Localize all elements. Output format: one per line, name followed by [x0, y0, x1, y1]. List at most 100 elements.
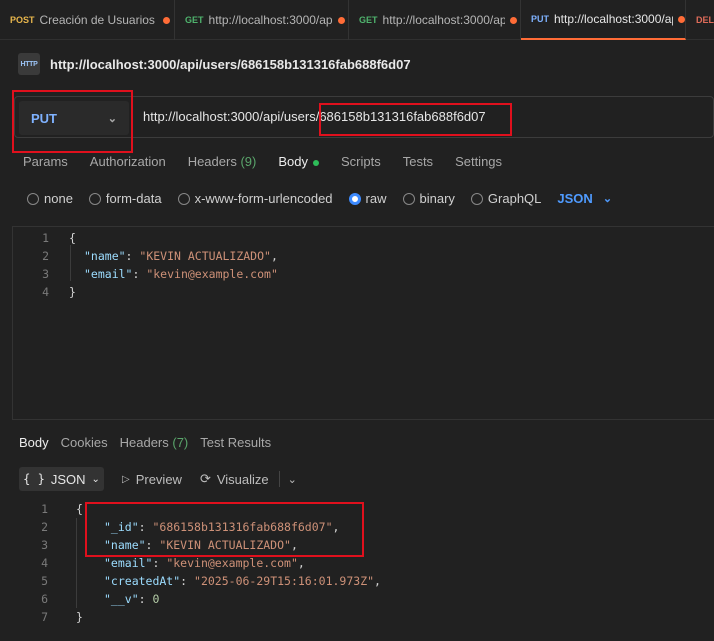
json-string: "2025-06-29T15:16:01.973Z"	[194, 574, 375, 588]
tab-title: http://localhost:3000/ap	[208, 13, 333, 27]
tab-params[interactable]: Params	[23, 154, 68, 169]
json-string: "kevin@example.com"	[146, 267, 278, 281]
json-key: "email"	[104, 556, 153, 570]
language-select[interactable]: JSON ⌄	[557, 191, 612, 206]
json-string: "686158b131316fab688f6d07"	[152, 520, 333, 534]
tab-method: GET	[185, 15, 204, 25]
response-tab-headers[interactable]: Headers (7)	[120, 435, 189, 450]
tab-delete[interactable]: DEL	[686, 0, 714, 40]
format-value: JSON	[50, 471, 86, 487]
visualize-button[interactable]: ⟳ Visualize	[200, 471, 269, 487]
tab-tests[interactable]: Tests	[403, 154, 433, 169]
json-string: "KEVIN ACTUALIZADO"	[159, 538, 291, 552]
radio-form-data[interactable]: form-data	[88, 191, 162, 206]
line-number: 5	[41, 574, 48, 588]
tab-scripts[interactable]: Scripts	[341, 154, 381, 169]
body-type-selector: none form-data x-www-form-urlencoded raw…	[27, 191, 612, 206]
code-line: 3 "name": "KEVIN ACTUALIZADO",	[12, 536, 298, 554]
response-headers-count: (7)	[172, 435, 189, 450]
line-number: 2	[41, 520, 48, 534]
tab-put-localhost[interactable]: PUT http://localhost:3000/ap	[521, 0, 686, 40]
body-active-dot-icon	[312, 159, 319, 166]
radio-label: x-www-form-urlencoded	[194, 191, 333, 206]
line-number: 4	[42, 285, 49, 299]
code-text: {	[76, 502, 83, 516]
tab-title: http://localhost:3000/ap	[382, 13, 505, 27]
play-icon: ▷	[122, 473, 130, 485]
request-body-editor[interactable]: 1 { 2 "name": "KEVIN ACTUALIZADO", 3 "em…	[12, 226, 714, 420]
code-line: 7 }	[12, 608, 83, 626]
response-toolbar: { } JSON ⌄ ▷ Preview ⟳ Visualize ⌄	[19, 467, 297, 491]
response-tab-cookies[interactable]: Cookies	[61, 435, 108, 450]
json-string: "kevin@example.com"	[166, 556, 298, 570]
tab-post-creacion-usuarios[interactable]: POST Creación de Usuarios (	[0, 0, 175, 40]
url-bar: PUT ⌄ http://localhost:3000/api/users/68…	[14, 96, 714, 138]
braces-icon: { }	[23, 472, 45, 486]
code-text: }	[76, 610, 83, 624]
radio-label: raw	[365, 191, 387, 206]
json-number: 0	[152, 592, 160, 606]
response-tabs: Body Cookies Headers (7) Test Results	[19, 435, 283, 450]
json-key: "__v"	[104, 592, 139, 606]
tab-method: PUT	[531, 14, 549, 24]
method-value: PUT	[31, 110, 57, 126]
code-text: }	[69, 285, 76, 299]
radio-circle-icon	[177, 192, 190, 205]
radio-urlencoded[interactable]: x-www-form-urlencoded	[177, 191, 333, 206]
tab-method: GET	[359, 15, 378, 25]
response-body-viewer[interactable]: 1 { 2 "_id": "686158b131316fab688f6d07",…	[12, 500, 714, 641]
request-title-bar: HTTP http://localhost:3000/api/users/686…	[18, 53, 411, 75]
chevron-down-icon[interactable]: ⌄	[288, 473, 297, 486]
radio-graphql[interactable]: GraphQL	[470, 191, 542, 206]
line-number: 7	[41, 610, 48, 624]
tab-title: Creación de Usuarios (	[39, 13, 158, 27]
line-number: 3	[42, 267, 49, 281]
json-key: "createdAt"	[104, 574, 181, 588]
radio-label: GraphQL	[487, 191, 542, 206]
line-number: 6	[41, 592, 48, 606]
code-line: 4 "email": "kevin@example.com",	[12, 554, 305, 572]
tab-body[interactable]: Body	[278, 154, 319, 169]
preview-button[interactable]: ▷ Preview	[122, 472, 182, 487]
json-key: "_id"	[104, 520, 139, 534]
json-string: "KEVIN ACTUALIZADO"	[139, 249, 271, 263]
tab-headers[interactable]: Headers (9)	[188, 154, 257, 169]
preview-label: Preview	[135, 471, 182, 487]
code-line: 4 }	[13, 283, 76, 301]
radio-binary[interactable]: binary	[402, 191, 455, 206]
request-title[interactable]: http://localhost:3000/api/users/686158b1…	[50, 57, 411, 72]
chevron-down-icon: ⌄	[91, 473, 100, 485]
code-line: 2 "_id": "686158b131316fab688f6d07",	[12, 518, 339, 536]
unsaved-dot-icon	[162, 16, 170, 24]
url-input[interactable]: http://localhost:3000/api/users/686158b1…	[143, 109, 486, 124]
method-select[interactable]: PUT ⌄	[19, 101, 129, 135]
tab-headers-label: Headers	[187, 154, 237, 169]
response-tab-headers-label: Headers	[119, 435, 169, 450]
radio-none[interactable]: none	[27, 191, 73, 206]
radio-raw[interactable]: raw	[348, 191, 387, 206]
radio-label: binary	[419, 191, 455, 206]
response-tab-test-results[interactable]: Test Results	[200, 435, 271, 450]
line-number: 1	[41, 502, 48, 516]
radio-circle-icon	[470, 192, 483, 205]
tab-method: DEL	[696, 15, 714, 25]
radio-circle-icon	[402, 192, 415, 205]
unsaved-dot-icon	[337, 16, 345, 24]
tab-authorization[interactable]: Authorization	[90, 154, 166, 169]
code-line: 1 {	[12, 500, 83, 518]
toolbar-divider	[278, 471, 280, 487]
code-text: {	[69, 231, 76, 245]
language-value: JSON	[557, 191, 593, 206]
tab-get-localhost-2[interactable]: GET http://localhost:3000/ap	[349, 0, 521, 40]
response-format-select[interactable]: { } JSON ⌄	[19, 467, 104, 491]
response-tab-body[interactable]: Body	[19, 435, 49, 450]
code-line: 5 "createdAt": "2025-06-29T15:16:01.973Z…	[12, 572, 381, 590]
chevron-down-icon: ⌄	[107, 112, 117, 125]
line-number: 3	[41, 538, 48, 552]
tab-settings[interactable]: Settings	[455, 154, 502, 169]
visualize-label: Visualize	[216, 471, 269, 487]
tab-get-localhost-1[interactable]: GET http://localhost:3000/ap	[175, 0, 349, 40]
chevron-down-icon: ⌄	[602, 193, 613, 205]
radio-circle-icon	[27, 192, 39, 205]
code-line: 2 "name": "KEVIN ACTUALIZADO",	[13, 247, 278, 265]
